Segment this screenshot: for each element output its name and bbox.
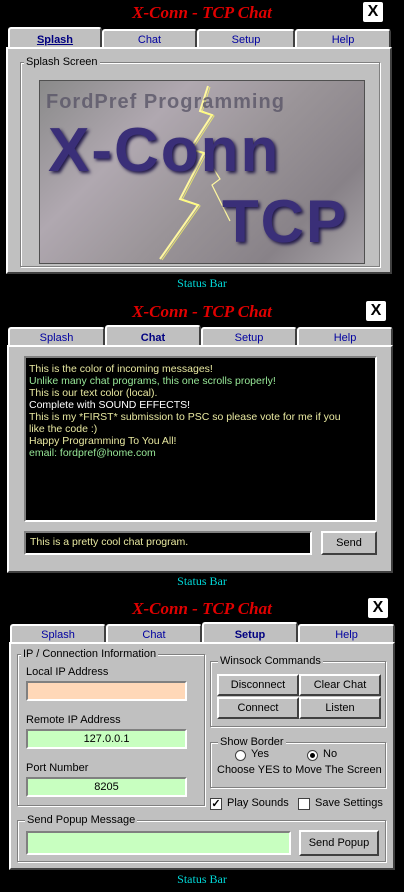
splash-group-label: Splash Screen: [24, 56, 100, 68]
save-settings-label: Save Settings: [315, 797, 383, 809]
setup-tab-body: IP / Connection Information Local IP Add…: [9, 642, 395, 870]
remote-ip-label: Remote IP Address: [26, 714, 121, 726]
setup-window: X-Conn - TCP Chat X Splash Chat Setup He…: [0, 595, 404, 892]
chat-messages: This is the color of incoming messages! U…: [29, 363, 372, 459]
window-title: X-Conn - TCP Chat: [132, 599, 272, 618]
send-popup-button[interactable]: Send Popup: [299, 830, 379, 856]
chat-message: Unlike many chat programs, this one scro…: [29, 375, 276, 387]
tab-help[interactable]: Help: [297, 327, 393, 345]
tab-help[interactable]: Help: [295, 29, 391, 47]
chat-tab-body: This is the color of incoming messages! U…: [7, 345, 393, 573]
chat-message: email: fordpref@home.com: [29, 447, 156, 459]
tab-chat[interactable]: Chat: [102, 29, 197, 47]
play-sounds-label: Play Sounds: [227, 797, 289, 809]
remote-ip-field[interactable]: 127.0.0.1: [26, 729, 187, 749]
chat-message: This is the color of incoming messages!: [29, 363, 213, 375]
border-yes-radio[interactable]: [235, 750, 246, 761]
chat-log[interactable]: This is the color of incoming messages! U…: [24, 356, 377, 522]
chat-window: X-Conn - TCP Chat X Splash Chat Setup He…: [0, 298, 404, 595]
port-label: Port Number: [26, 762, 89, 774]
popup-group-label: Send Popup Message: [25, 814, 138, 826]
local-ip-label: Local IP Address: [26, 666, 109, 678]
banner-top-text: FordPref Programming: [46, 91, 285, 113]
send-button[interactable]: Send: [321, 531, 377, 555]
listen-button[interactable]: Listen: [299, 697, 381, 719]
chat-message: like the code :): [29, 423, 98, 435]
chat-message: Happy Programming To You All!: [29, 435, 177, 447]
banner-main-text: X-Conn: [48, 116, 281, 185]
connect-button[interactable]: Connect: [217, 697, 299, 719]
tab-splash[interactable]: Splash: [10, 624, 106, 642]
status-bar: Status Bar: [177, 872, 227, 886]
remote-ip-value: 127.0.0.1: [83, 733, 130, 745]
border-hint: Choose YES to Move The Screen: [217, 764, 382, 776]
chat-message: Complete with SOUND EFFECTS!: [29, 399, 191, 411]
disconnect-button[interactable]: Disconnect: [217, 674, 299, 696]
close-icon[interactable]: X: [368, 598, 388, 618]
play-sounds-checkbox[interactable]: ✓: [210, 798, 222, 810]
tab-help[interactable]: Help: [298, 624, 395, 642]
border-no-radio[interactable]: [307, 750, 318, 761]
splash-window: X-Conn - TCP Chat X Splash Chat Setup He…: [0, 0, 404, 298]
radio-dot-icon: [310, 753, 315, 758]
tab-setup[interactable]: Setup: [202, 622, 298, 644]
border-yes-label: Yes: [251, 748, 269, 760]
window-title: X-Conn - TCP Chat: [132, 302, 272, 321]
tab-setup[interactable]: Setup: [201, 327, 297, 345]
chat-input[interactable]: This is a pretty cool chat program.: [24, 531, 312, 555]
status-bar: Status Bar: [177, 574, 227, 588]
border-group-label: Show Border: [218, 736, 286, 748]
tab-setup[interactable]: Setup: [197, 29, 295, 47]
border-no-label: No: [323, 748, 338, 760]
splash-image: FordPref Programming X-Conn TCP: [39, 80, 365, 264]
banner-sub-text: TCP: [222, 188, 348, 255]
close-icon[interactable]: X: [366, 301, 386, 321]
local-ip-field[interactable]: [26, 681, 187, 701]
chat-message: This is my *FIRST* submission to PSC so …: [29, 411, 341, 423]
port-value: 8205: [94, 781, 119, 793]
splash-tab-body: Splash Screen FordPref Programming X-Con…: [6, 47, 392, 274]
popup-message-field[interactable]: [26, 831, 291, 855]
tab-splash[interactable]: Splash: [8, 27, 102, 49]
tab-chat[interactable]: Chat: [106, 624, 202, 642]
tab-chat[interactable]: Chat: [105, 325, 201, 347]
chat-message: This is our text color (local).: [29, 387, 158, 399]
port-field[interactable]: 8205: [26, 777, 187, 797]
clear-chat-button[interactable]: Clear Chat: [299, 674, 381, 696]
tab-splash[interactable]: Splash: [8, 327, 105, 345]
save-settings-checkbox[interactable]: [298, 798, 310, 810]
window-title: X-Conn - TCP Chat: [132, 3, 272, 22]
chat-input-value: This is a pretty cool chat program.: [30, 536, 189, 548]
close-icon[interactable]: X: [363, 2, 383, 22]
status-bar: Status Bar: [177, 276, 227, 290]
winsock-group-label: Winsock Commands: [218, 655, 323, 667]
ip-group-label: IP / Connection Information: [21, 648, 159, 660]
